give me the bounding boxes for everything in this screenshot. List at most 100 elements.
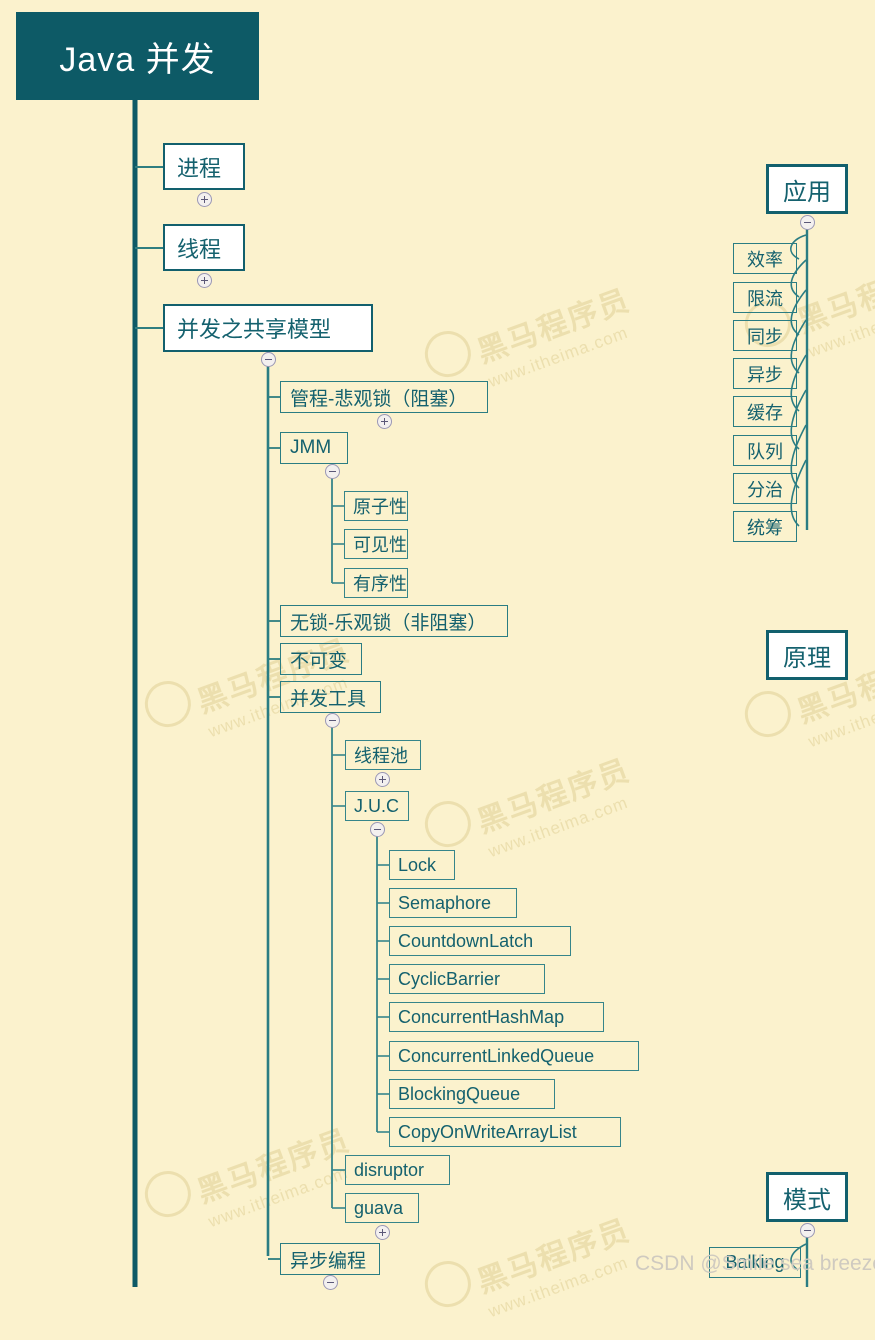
watermark-circle-icon (138, 1164, 198, 1224)
node-thread-pool[interactable]: 线程池 (345, 740, 421, 770)
node-async-programming[interactable]: 异步编程 (280, 1243, 380, 1275)
node-label: 队列 (747, 441, 783, 462)
toggle-expand-guava-icon[interactable] (375, 1225, 390, 1240)
watermark-circle-icon (418, 1254, 478, 1314)
node-rate-limit[interactable]: 限流 (733, 282, 797, 313)
node-label: 不可变 (290, 650, 348, 672)
background-watermark: 黑马程序员 www.itheima.com (418, 275, 643, 392)
node-label: guava (354, 1197, 404, 1218)
node-label: CopyOnWriteArrayList (398, 1121, 577, 1142)
node-principle[interactable]: 原理 (766, 630, 848, 680)
node-label: Semaphore (398, 892, 492, 913)
node-label: JMM (290, 437, 332, 458)
toggle-collapse-async-programming-icon[interactable] (323, 1275, 338, 1290)
watermark-circle-icon (418, 794, 478, 854)
node-immutable[interactable]: 不可变 (280, 643, 362, 675)
node-concurrent-linked-queue[interactable]: ConcurrentLinkedQueue (389, 1041, 639, 1071)
node-label: 原子性 (353, 497, 407, 517)
toggle-collapse-shared-model-icon[interactable] (261, 352, 276, 367)
node-process[interactable]: 进程 (163, 143, 245, 190)
node-label: 可见性 (353, 535, 407, 555)
node-label: 有序性 (353, 574, 407, 594)
toggle-expand-thread-pool-icon[interactable] (375, 772, 390, 787)
node-copy-on-write-array-list[interactable]: CopyOnWriteArrayList (389, 1117, 621, 1147)
node-label: disruptor (354, 1159, 425, 1180)
root-node-label: Java 并发 (59, 40, 216, 79)
node-disruptor[interactable]: disruptor (345, 1155, 450, 1185)
node-label: 进程 (177, 155, 222, 181)
node-countdown-latch[interactable]: CountdownLatch (389, 926, 571, 956)
background-watermark: 黑马程序员 www.itheima.com (138, 1115, 363, 1232)
node-async[interactable]: 异步 (733, 358, 797, 389)
node-label: 无锁-乐观锁（非阻塞） (290, 612, 487, 634)
node-label: J.U.C (354, 795, 399, 816)
node-label: 异步 (747, 364, 783, 385)
toggle-expand-process-icon[interactable] (197, 192, 212, 207)
node-divide-conquer[interactable]: 分治 (733, 473, 797, 504)
node-label: 应用 (783, 178, 831, 206)
node-queue[interactable]: 队列 (733, 435, 797, 466)
node-lock[interactable]: Lock (389, 850, 455, 880)
node-label: 缓存 (747, 402, 783, 423)
node-label: 线程池 (354, 746, 408, 766)
node-pattern[interactable]: 模式 (766, 1172, 848, 1222)
node-semaphore[interactable]: Semaphore (389, 888, 517, 918)
node-planning[interactable]: 统筹 (733, 511, 797, 542)
node-lock-free[interactable]: 无锁-乐观锁（非阻塞） (280, 605, 508, 637)
node-monitor-lock[interactable]: 管程-悲观锁（阻塞） (280, 381, 488, 413)
toggle-collapse-juc-icon[interactable] (370, 822, 385, 837)
watermark-secondary: www.itheima.com (485, 792, 631, 862)
node-label: 并发之共享模型 (177, 317, 332, 342)
watermark-primary: 黑马程序员 (793, 253, 875, 340)
node-efficiency[interactable]: 效率 (733, 243, 797, 274)
node-shared-model[interactable]: 并发之共享模型 (163, 304, 373, 352)
node-label: 管程-悲观锁（阻塞） (290, 388, 468, 410)
node-guava[interactable]: guava (345, 1193, 419, 1223)
node-atomicity[interactable]: 原子性 (344, 491, 408, 521)
node-concurrent-hash-map[interactable]: ConcurrentHashMap (389, 1002, 604, 1032)
watermark-circle-icon (738, 684, 798, 744)
node-label: 限流 (747, 288, 783, 309)
node-label: 线程 (177, 236, 222, 262)
node-jmm[interactable]: JMM (280, 432, 348, 464)
watermark-secondary: www.itheima.com (485, 322, 631, 392)
toggle-collapse-pattern-icon[interactable] (800, 1223, 815, 1238)
background-watermark: 黑马程序员 www.itheima.com (418, 1205, 643, 1322)
node-label: 同步 (747, 326, 783, 347)
toggle-expand-thread-icon[interactable] (197, 273, 212, 288)
toggle-expand-monitor-lock-icon[interactable] (377, 414, 392, 429)
watermark-circle-icon (138, 674, 198, 734)
watermark-primary: 黑马程序员 (473, 283, 635, 370)
node-label: ConcurrentLinkedQueue (398, 1045, 595, 1066)
node-visibility[interactable]: 可见性 (344, 529, 408, 559)
node-juc[interactable]: J.U.C (345, 791, 409, 821)
toggle-collapse-jmm-icon[interactable] (325, 464, 340, 479)
node-label: 分治 (747, 479, 783, 500)
node-concurrency-tools[interactable]: 并发工具 (280, 681, 381, 713)
watermark-primary: 黑马程序员 (193, 1123, 355, 1210)
toggle-collapse-concurrency-tools-icon[interactable] (325, 713, 340, 728)
node-cyclic-barrier[interactable]: CyclicBarrier (389, 964, 545, 994)
background-watermark: 黑马程序员 www.itheima.com (418, 745, 643, 862)
node-cache[interactable]: 缓存 (733, 396, 797, 427)
background-watermark: 黑马程序员 www.itheima.com (738, 245, 875, 362)
node-thread[interactable]: 线程 (163, 224, 245, 271)
node-label: 原理 (783, 644, 831, 672)
watermark-circle-icon (418, 324, 478, 384)
watermark-secondary: www.itheima.com (485, 1252, 631, 1322)
node-label: 模式 (783, 1186, 831, 1214)
node-sync[interactable]: 同步 (733, 320, 797, 351)
node-label: BlockingQueue (398, 1083, 521, 1104)
node-label: 统筹 (747, 517, 783, 538)
node-label: CyclicBarrier (398, 968, 501, 989)
node-application[interactable]: 应用 (766, 164, 848, 214)
node-ordering[interactable]: 有序性 (344, 568, 408, 598)
node-blocking-queue[interactable]: BlockingQueue (389, 1079, 555, 1109)
root-node[interactable]: Java 并发 (16, 12, 259, 100)
watermark-secondary: www.itheima.com (805, 292, 875, 362)
node-label: ConcurrentHashMap (398, 1006, 565, 1027)
node-balking[interactable]: Balking (709, 1247, 801, 1278)
watermark-primary: 黑马程序员 (473, 753, 635, 840)
node-label: Balking (725, 1252, 785, 1272)
toggle-collapse-application-icon[interactable] (800, 215, 815, 230)
